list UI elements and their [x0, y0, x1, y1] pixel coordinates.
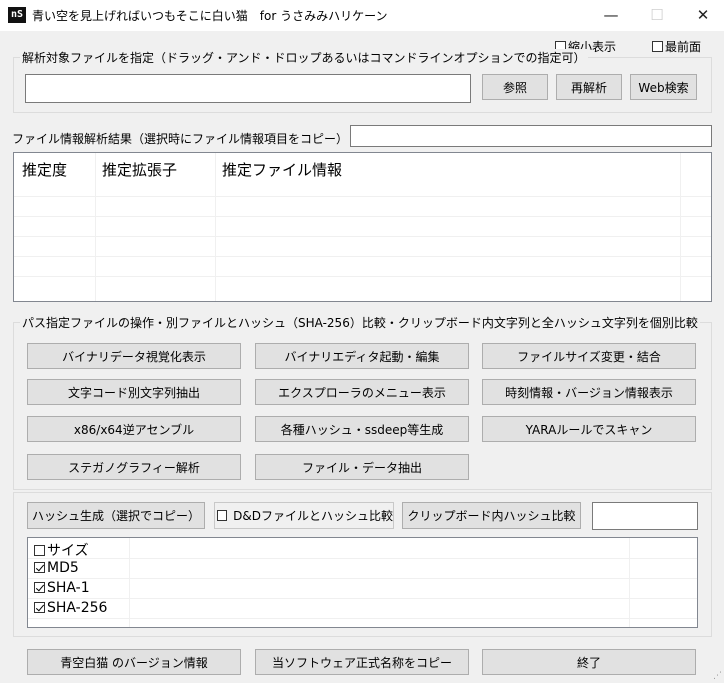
- binary-visualize-button[interactable]: バイナリデータ視覚化表示: [27, 343, 241, 369]
- column-separator: [215, 153, 216, 301]
- row-line: [28, 578, 697, 579]
- hash-item-size-box[interactable]: [34, 545, 45, 556]
- version-info-button[interactable]: 青空白猫 のバージョン情報: [27, 649, 241, 675]
- browse-button[interactable]: 参照: [482, 74, 548, 100]
- row-line: [14, 236, 711, 237]
- column-separator: [680, 153, 681, 301]
- yara-scan-button[interactable]: YARAルールでスキャン: [482, 416, 696, 442]
- binary-editor-button[interactable]: バイナリエディタ起動・編集: [255, 343, 469, 369]
- close-button[interactable]: ✕: [680, 0, 724, 31]
- dd-hash-compare-box[interactable]: [217, 510, 228, 521]
- column-header-confidence[interactable]: 推定度: [22, 159, 67, 180]
- hash-item-sha1-box[interactable]: [34, 582, 45, 593]
- column-separator: [95, 153, 96, 301]
- topmost-label: 最前面: [665, 40, 702, 54]
- hash-generate-button[interactable]: 各種ハッシュ・ssdeep等生成: [255, 416, 469, 442]
- hash-item-md5-box[interactable]: [34, 562, 45, 573]
- topmost-checkbox[interactable]: 最前面: [652, 38, 701, 55]
- explorer-menu-button[interactable]: エクスプローラのメニュー表示: [255, 379, 469, 405]
- hash-item-label: サイズ: [47, 543, 89, 559]
- app-icon: nS: [8, 7, 26, 23]
- hash-type-list[interactable]: サイズ MD5 SHA-1 SHA-256: [27, 537, 698, 628]
- row-line: [28, 618, 697, 619]
- data-extract-button[interactable]: ファイル・データ抽出: [255, 454, 469, 480]
- clipboard-hash-compare-button[interactable]: クリップボード内ハッシュ比較: [402, 502, 581, 529]
- hash-item-md5[interactable]: MD5: [34, 560, 79, 576]
- row-line: [14, 196, 711, 197]
- disassemble-button[interactable]: x86/x64逆アセンブル: [27, 416, 241, 442]
- resize-grip-icon[interactable]: ⋰: [710, 670, 722, 682]
- exit-button[interactable]: 終了: [482, 649, 696, 675]
- hash-item-label: SHA-256: [47, 600, 108, 616]
- row-line: [14, 276, 711, 277]
- analysis-label: ファイル情報解析結果（選択時にファイル情報項目をコピー）: [12, 132, 349, 146]
- hash-item-label: MD5: [47, 560, 79, 576]
- hash-generate-copy-button[interactable]: ハッシュ生成（選択でコピー）: [27, 502, 205, 529]
- row-line: [28, 598, 697, 599]
- file-size-change-button[interactable]: ファイルサイズ変更・結合: [482, 343, 696, 369]
- reanalyze-button[interactable]: 再解析: [556, 74, 622, 100]
- hash-item-sha256[interactable]: SHA-256: [34, 600, 107, 616]
- hash-item-sha256-box[interactable]: [34, 602, 45, 613]
- dd-hash-compare-label: D&Dファイルとハッシュ比較: [233, 509, 393, 523]
- minimize-button[interactable]: —: [588, 0, 634, 31]
- column-separator: [629, 538, 630, 627]
- string-extract-button[interactable]: 文字コード別文字列抽出: [27, 379, 241, 405]
- analysis-copy-field[interactable]: [350, 125, 712, 147]
- hash-item-sha1[interactable]: SHA-1: [34, 580, 90, 596]
- column-header-file-info[interactable]: 推定ファイル情報: [222, 159, 342, 180]
- column-header-extension[interactable]: 推定拡張子: [102, 159, 177, 180]
- time-version-info-button[interactable]: 時刻情報・バージョン情報表示: [482, 379, 696, 405]
- hash-item-label: SHA-1: [47, 580, 90, 596]
- window-title: 青い空を見上げればいつもそこに白い猫 for うさみみハリケーン: [32, 9, 388, 23]
- target-file-group-label: 解析対象ファイルを指定（ドラッグ・アンド・ドロップあるいはコマンドラインオプショ…: [20, 49, 588, 66]
- row-line: [14, 216, 711, 217]
- steganography-button[interactable]: ステガノグラフィー解析: [27, 454, 241, 480]
- row-line: [28, 558, 697, 559]
- hash-item-size[interactable]: サイズ: [34, 540, 89, 560]
- file-path-input[interactable]: [25, 74, 471, 103]
- row-line: [14, 256, 711, 257]
- column-separator: [129, 538, 130, 627]
- maximize-button: ☐: [650, 6, 664, 24]
- analysis-results-list[interactable]: 推定度 推定拡張子 推定ファイル情報: [13, 152, 712, 302]
- web-search-button[interactable]: Web検索: [630, 74, 697, 100]
- clipboard-hash-field[interactable]: [592, 502, 698, 530]
- dd-hash-compare-toggle[interactable]: D&Dファイルとハッシュ比較: [214, 502, 394, 529]
- operations-group-label: パス指定ファイルの操作・別ファイルとハッシュ（SHA-256）比較・クリップボー…: [20, 314, 700, 331]
- copy-software-name-button[interactable]: 当ソフトウェア正式名称をコピー: [255, 649, 469, 675]
- topmost-checkbox-box[interactable]: [652, 41, 663, 52]
